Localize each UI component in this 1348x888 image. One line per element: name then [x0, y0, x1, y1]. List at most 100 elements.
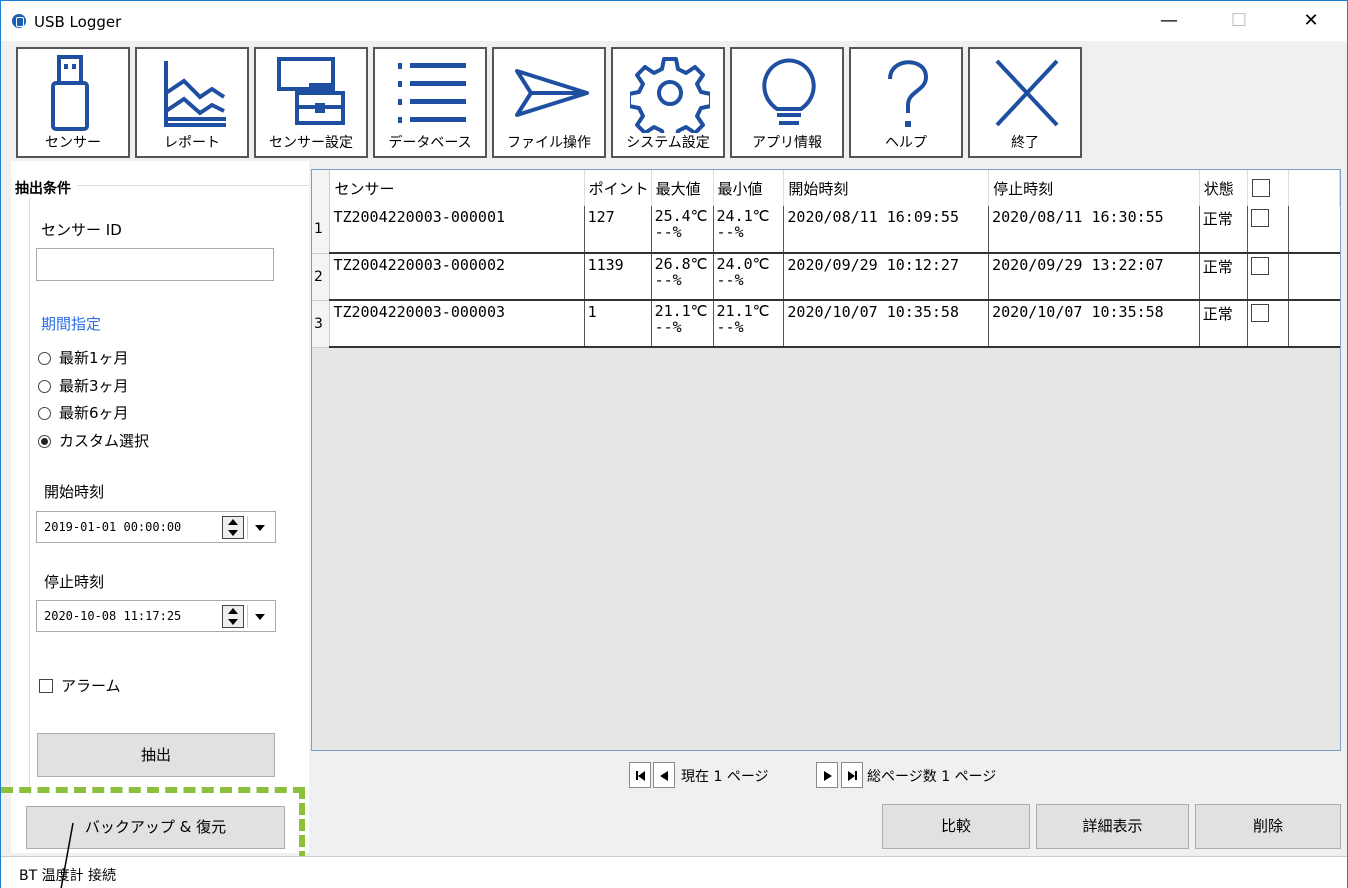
- total-pages-number: 1: [941, 769, 951, 785]
- spin-updown-icon[interactable]: [222, 605, 244, 628]
- toolbar-sensor-settings-button[interactable]: センサー設定: [254, 47, 368, 158]
- next-page-icon[interactable]: [816, 762, 838, 788]
- cell-max-humidity: --%: [654, 271, 682, 289]
- column-header-status[interactable]: 状態: [1199, 170, 1248, 206]
- gear-icon: [630, 57, 710, 133]
- close-window-icon[interactable]: ✕: [1291, 7, 1331, 35]
- column-header-stop[interactable]: 停止時刻: [988, 170, 1200, 206]
- toolbar-help-button[interactable]: ヘルプ: [849, 47, 963, 158]
- toolbar-app-info-label: アプリ情報: [752, 135, 822, 151]
- close-x-icon: [995, 59, 1059, 127]
- cell-stop: 2020/08/11 16:30:55: [988, 206, 1200, 254]
- total-pages-text: 総ページ数 1 ページ: [867, 766, 996, 786]
- filler-header: [1288, 170, 1340, 206]
- toolbar-database-button[interactable]: データベース: [373, 47, 487, 158]
- row-checkbox[interactable]: [1250, 208, 1269, 227]
- table-row[interactable]: 3 TZ2004220003-000003 1 21.1℃ --% 21.1℃ --…: [312, 300, 1340, 348]
- cell-max-temp: 21.1℃: [654, 302, 708, 320]
- toolbar-help-label: ヘルプ: [885, 135, 927, 151]
- cell-sensor: TZ2004220003-000003: [329, 300, 585, 348]
- chevron-down-icon[interactable]: [247, 516, 271, 539]
- alarm-checkbox[interactable]: [39, 679, 53, 693]
- callout-line: [60, 823, 74, 888]
- first-page-icon[interactable]: [629, 762, 651, 788]
- start-time-label: 開始時刻: [44, 483, 105, 501]
- column-header-sensor[interactable]: センサー: [329, 170, 585, 206]
- table-row[interactable]: 1 TZ2004220003-000001 127 25.4℃ --% 24.1℃…: [312, 206, 1340, 254]
- cell-max-temp: 25.4℃: [654, 207, 708, 225]
- table-header-row: センサー ポイント 最大値 最小値 開始時刻 停止時刻 状態: [312, 170, 1340, 206]
- period-option-label: 最新6ヶ月: [59, 404, 129, 422]
- detail-view-button[interactable]: 詳細表示: [1036, 804, 1189, 849]
- cell-select: [1247, 300, 1290, 348]
- total-pages-prefix: 総ページ数: [867, 769, 937, 785]
- sensor-settings-icon: [277, 57, 345, 125]
- cell-max-humidity: --%: [654, 223, 682, 241]
- cell-select: [1247, 253, 1290, 301]
- toolbar-sensor-button[interactable]: センサー: [16, 47, 130, 158]
- table-row[interactable]: 2 TZ2004220003-000002 1139 26.8℃ --% 24.0…: [312, 253, 1340, 301]
- cell-max-temp: 26.8℃: [654, 255, 708, 273]
- cell-points: 127: [584, 206, 652, 254]
- toolbar-file-ops-button[interactable]: ファイル操作: [492, 47, 606, 158]
- cell-filler: [1288, 253, 1340, 301]
- title-bar: USB Logger — ☐ ✕: [1, 1, 1347, 41]
- chevron-down-icon[interactable]: [247, 605, 271, 628]
- prev-page-icon[interactable]: [653, 762, 675, 788]
- cell-stop: 2020/10/07 10:35:58: [988, 300, 1200, 348]
- toolbar-app-info-button[interactable]: アプリ情報: [730, 47, 844, 158]
- cell-min-temp: 24.0℃: [716, 255, 770, 273]
- cell-sensor: TZ2004220003-000001: [329, 206, 585, 254]
- toolbar-system-settings-button[interactable]: システム設定: [611, 47, 725, 158]
- toolbar-file-ops-label: ファイル操作: [507, 135, 591, 151]
- select-all-checkbox[interactable]: [1251, 179, 1270, 198]
- column-header-max[interactable]: 最大値: [651, 170, 714, 206]
- toolbar-report-button[interactable]: レポート: [135, 47, 249, 158]
- cell-max: 26.8℃ --%: [651, 253, 714, 301]
- radio-icon: [38, 407, 51, 420]
- stop-time-picker[interactable]: 2020-10-08 11:17:25: [36, 600, 276, 632]
- lightbulb-icon: [762, 58, 816, 125]
- paper-plane-icon: [515, 69, 589, 117]
- current-page-prefix: 現在: [681, 769, 709, 785]
- cell-max: 21.1℃ --%: [651, 300, 714, 348]
- alarm-label: アラーム: [61, 677, 121, 695]
- row-number: 2: [312, 253, 331, 301]
- cell-start: 2020/10/07 10:35:58: [783, 300, 990, 348]
- toolbar-database-label: データベース: [388, 135, 472, 151]
- status-bar: BT 温度計 接続: [1, 856, 1347, 888]
- row-checkbox[interactable]: [1250, 256, 1269, 275]
- app-logo-icon: [12, 14, 26, 28]
- toolbar-exit-button[interactable]: 終了: [968, 47, 1082, 158]
- spin-updown-icon[interactable]: [222, 516, 244, 539]
- period-option-label: 最新1ヶ月: [59, 349, 129, 367]
- total-pages-unit: ページ: [954, 769, 997, 785]
- cell-filler: [1288, 300, 1340, 348]
- cell-stop: 2020/09/29 13:22:07: [988, 253, 1200, 301]
- current-page-unit: ページ: [726, 769, 769, 785]
- database-list-icon: [398, 63, 466, 123]
- start-time-picker[interactable]: 2019-01-01 00:00:00: [36, 511, 276, 543]
- extract-button[interactable]: 抽出: [37, 733, 275, 777]
- column-header-start[interactable]: 開始時刻: [783, 170, 990, 206]
- cell-sensor: TZ2004220003-000002: [329, 253, 585, 301]
- stop-time-label: 停止時刻: [44, 573, 105, 591]
- question-icon: [888, 60, 929, 127]
- toolbar-system-settings-label: システム設定: [626, 135, 710, 151]
- cell-max-humidity: --%: [654, 318, 682, 336]
- stop-time-value: 2020-10-08 11:17:25: [44, 609, 182, 623]
- compare-button[interactable]: 比較: [882, 804, 1030, 849]
- cell-status: 正常: [1199, 300, 1248, 348]
- row-checkbox[interactable]: [1250, 303, 1269, 322]
- column-header-min[interactable]: 最小値: [713, 170, 785, 206]
- last-page-icon[interactable]: [841, 762, 863, 788]
- cell-start: 2020/08/11 16:09:55: [783, 206, 990, 254]
- column-header-points[interactable]: ポイント: [584, 170, 652, 206]
- cell-filler: [1288, 206, 1340, 254]
- period-option-label: 最新3ヶ月: [59, 377, 129, 395]
- minimize-icon[interactable]: —: [1149, 7, 1189, 35]
- delete-button[interactable]: 削除: [1195, 804, 1341, 849]
- maximize-icon[interactable]: ☐: [1219, 7, 1259, 35]
- period-option-label: カスタム選択: [59, 432, 150, 450]
- sensor-id-input[interactable]: [36, 248, 274, 281]
